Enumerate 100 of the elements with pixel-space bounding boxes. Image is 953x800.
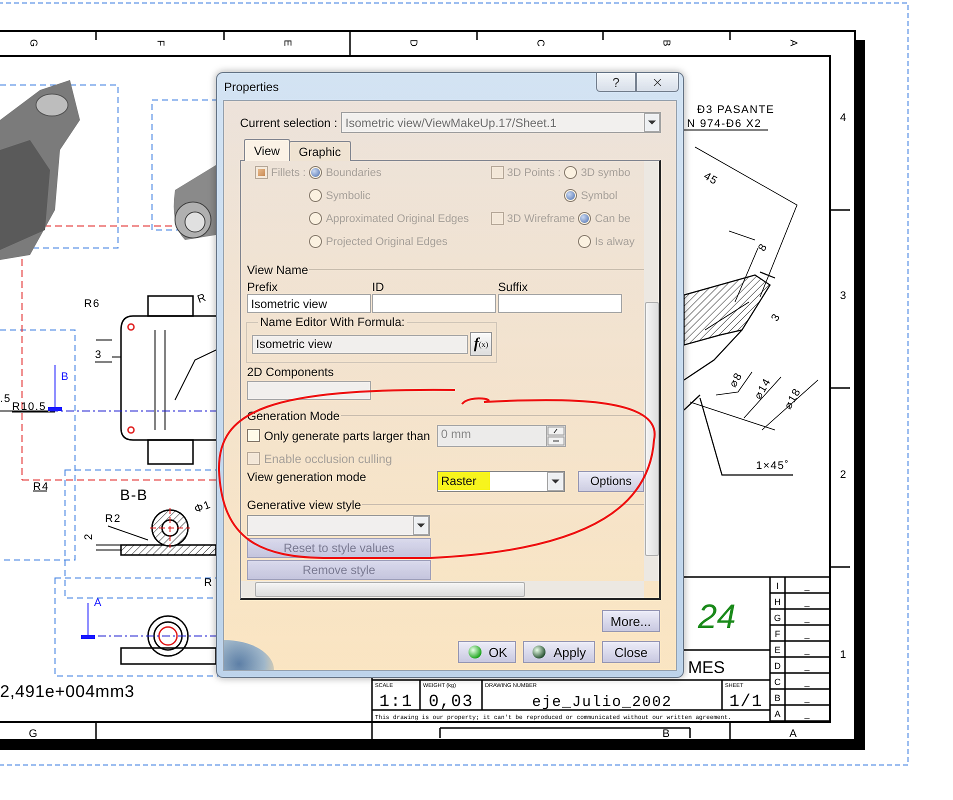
section-title: 2D Components xyxy=(247,365,335,379)
tab[interactable]: View xyxy=(244,139,290,161)
revision-letter: H xyxy=(774,597,781,607)
text-field[interactable]: Isometric view xyxy=(247,294,371,313)
ball-icon xyxy=(468,645,482,659)
drawing-title: MES xyxy=(688,658,725,677)
option-label: Symbol xyxy=(580,190,618,202)
dialog-button[interactable]: Close xyxy=(602,641,660,663)
revision-value: _ xyxy=(804,613,810,623)
option-label: Only generate parts larger than xyxy=(264,428,430,442)
zone-letter: C xyxy=(534,39,546,47)
option-label: Approximated Original Edges xyxy=(326,212,469,224)
revision-value: _ xyxy=(804,661,810,671)
dimension-label: Φ1 xyxy=(192,498,213,516)
more-button[interactable]: More... xyxy=(602,610,660,632)
dimension-label: N 974-Ð6 X2 xyxy=(687,118,762,130)
zone-letter: G xyxy=(28,728,38,740)
text-field[interactable] xyxy=(372,294,496,313)
close-button[interactable] xyxy=(636,73,679,92)
option-label: Boundaries xyxy=(326,166,382,178)
revision-value: _ xyxy=(804,597,810,607)
section-title: Generative view style xyxy=(247,498,362,512)
option-label: Enable occlusion culling xyxy=(264,452,392,466)
horizontal-scrollbar[interactable] xyxy=(241,581,644,598)
dimension-label: R2 xyxy=(105,513,122,525)
zone-number: 2 xyxy=(840,469,846,481)
section-label: B xyxy=(61,371,68,383)
zone-letter: D xyxy=(407,39,418,47)
zone-letter: B xyxy=(660,40,672,46)
formula-field[interactable]: Isometric view xyxy=(252,334,468,354)
field-value: 0,03 xyxy=(428,693,474,712)
zone-letter: A xyxy=(789,728,797,740)
field-label: ID xyxy=(372,280,385,294)
revision-value: _ xyxy=(804,709,810,719)
section-title: Generation Mode xyxy=(247,408,340,422)
window-title: Properties xyxy=(224,80,279,94)
components-field[interactable] xyxy=(247,381,371,400)
option-label: Fillets : xyxy=(271,166,306,178)
field-value: eje_Julio_2002 xyxy=(532,694,672,711)
zone-number: 1 xyxy=(840,649,846,661)
checkbox[interactable] xyxy=(247,429,260,442)
revision-letter: F xyxy=(774,629,780,639)
tab[interactable]: Graphic xyxy=(288,141,351,161)
dimension-label: .5 xyxy=(0,393,12,405)
dimension-label: R10.5 xyxy=(12,401,46,413)
group-title: Name Editor With Formula: xyxy=(259,315,406,329)
dialog-button[interactable]: Apply xyxy=(523,641,595,663)
zone-letter: E xyxy=(281,40,292,46)
dimension-label: R6 xyxy=(84,298,100,310)
field-value: 1:1 xyxy=(379,693,413,712)
revision-letter: G xyxy=(774,613,781,623)
zone-letter: A xyxy=(787,40,798,46)
field-label: Suffix xyxy=(498,280,529,294)
field-value: 1/1 xyxy=(729,693,763,712)
section-title: B-B xyxy=(120,487,148,504)
option-label: Is alway xyxy=(594,236,635,248)
dimension-label: 3 xyxy=(95,349,102,361)
generation-mode-combo[interactable]: Raster xyxy=(437,470,565,492)
zone-letter: G xyxy=(27,39,38,47)
revision-value: _ xyxy=(804,629,810,639)
revision-value: _ xyxy=(804,677,810,687)
revision-letter: I xyxy=(776,581,779,591)
dialog-button[interactable]: OK xyxy=(458,641,516,663)
option-label: Can be xyxy=(594,212,630,224)
dimension-label: ⌀8 xyxy=(727,370,746,390)
revision-value: _ xyxy=(804,645,810,655)
ball-icon xyxy=(532,645,546,659)
revision-letter: E xyxy=(774,645,780,655)
zone-number: 4 xyxy=(840,112,846,124)
section-title: View Name xyxy=(247,262,308,276)
vertical-scrollbar[interactable] xyxy=(644,161,659,581)
dimension-label: R xyxy=(196,291,208,306)
dimension-label: 8 xyxy=(756,241,770,254)
revision-letter: B xyxy=(774,693,780,703)
section-label: A xyxy=(94,597,102,609)
zone-letter: B xyxy=(662,728,670,740)
field-label: Prefix xyxy=(247,280,279,294)
option-label: Projected Original Edges xyxy=(326,236,448,248)
revision-mark: 24 xyxy=(698,598,736,636)
selection-combo[interactable]: Isometric view/ViewMakeUp.17/Sheet.1 xyxy=(341,112,661,133)
dimension-label: R xyxy=(204,577,213,589)
dimension-label: Ð3 PASANTE xyxy=(697,104,775,116)
revision-value: _ xyxy=(804,693,810,703)
dimension-label: R4 xyxy=(33,481,50,493)
dimension-label: 3 xyxy=(769,311,784,324)
help-button[interactable]: ? xyxy=(596,73,636,92)
option-label: 3D Wireframe xyxy=(507,212,575,224)
volume-readout: 2,491e+004mm3 xyxy=(0,682,135,701)
text-field[interactable] xyxy=(498,294,622,313)
dimension-label: 45 xyxy=(702,170,720,188)
options-button[interactable]: Options xyxy=(578,470,644,492)
revision-letter: D xyxy=(774,661,781,671)
field-label: Current selection : xyxy=(240,116,338,130)
revision-letter: A xyxy=(774,709,780,719)
option-label: Symbolic xyxy=(326,190,370,202)
zone-letter: F xyxy=(154,40,166,46)
zone-number: 3 xyxy=(840,290,846,302)
dimension-label: 2 xyxy=(83,532,95,540)
revision-letter: C xyxy=(774,677,781,687)
option-label: 3D Points : xyxy=(507,166,561,178)
